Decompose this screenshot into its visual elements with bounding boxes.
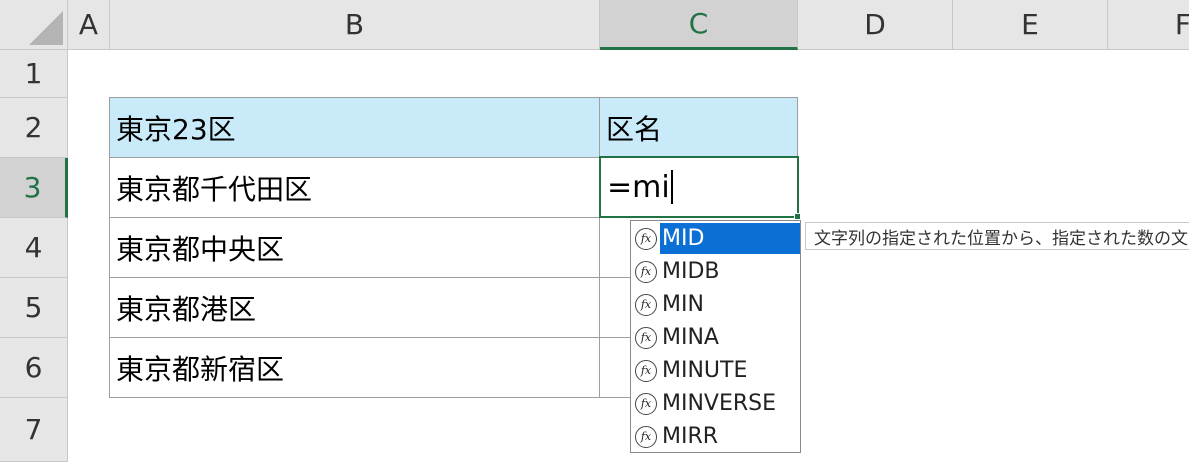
autocomplete-item-label: MIDB [662, 259, 720, 284]
row-header-1[interactable]: 1 [0, 50, 68, 98]
formula-autocomplete-list[interactable]: fx MID fx MIDB fx MIN fx MINA fx MINUTE fx MIN… [630, 220, 801, 453]
function-fx-icon: fx [635, 425, 657, 448]
autocomplete-item-label: MINVERSE [662, 391, 777, 416]
autocomplete-item-label: MINUTE [662, 358, 748, 383]
text-caret [670, 170, 673, 204]
select-all-corner[interactable] [0, 0, 68, 50]
column-header-f[interactable]: F [1108, 0, 1189, 50]
select-all-triangle-icon [29, 11, 63, 45]
function-fx-icon: fx [635, 227, 657, 250]
cell-b6[interactable]: 東京都新宿区 [110, 338, 600, 398]
function-fx-icon: fx [635, 260, 657, 283]
function-fx-icon: fx [635, 392, 657, 415]
autocomplete-item-minute[interactable]: fx MINUTE [632, 354, 800, 387]
cell-b5[interactable]: 東京都港区 [110, 278, 600, 338]
function-fx-icon: fx [635, 293, 657, 316]
function-tooltip: 文字列の指定された位置から、指定された数の文字を [805, 222, 1189, 250]
formula-text: =mi [607, 169, 670, 205]
active-cell-c3[interactable]: =mi [599, 156, 799, 218]
autocomplete-item-mid[interactable]: fx MID [632, 222, 800, 255]
column-header-a[interactable]: A [68, 0, 110, 50]
row-header-2[interactable]: 2 [0, 98, 68, 158]
autocomplete-item-label: MINA [662, 325, 719, 350]
column-header-c[interactable]: C [600, 0, 798, 50]
function-fx-icon: fx [635, 326, 657, 349]
function-fx-icon: fx [635, 359, 657, 382]
autocomplete-item-minverse[interactable]: fx MINVERSE [632, 387, 800, 420]
row-header-7[interactable]: 7 [0, 398, 68, 462]
cell-b2[interactable]: 東京23区 [110, 98, 600, 158]
autocomplete-item-label: MIRR [662, 424, 719, 449]
autocomplete-item-min[interactable]: fx MIN [632, 288, 800, 321]
autocomplete-item-label: MIN [662, 292, 704, 317]
column-header-e[interactable]: E [953, 0, 1108, 50]
row-header-3[interactable]: 3 [0, 158, 68, 218]
column-header-d[interactable]: D [798, 0, 953, 50]
fill-handle[interactable] [794, 213, 801, 220]
column-header-b[interactable]: B [110, 0, 600, 50]
autocomplete-item-midb[interactable]: fx MIDB [632, 255, 800, 288]
row-header-4[interactable]: 4 [0, 218, 68, 278]
cell-b3[interactable]: 東京都千代田区 [110, 158, 600, 218]
row-header-5[interactable]: 5 [0, 278, 68, 338]
cell-b4[interactable]: 東京都中央区 [110, 218, 600, 278]
cell-c2[interactable]: 区名 [600, 98, 798, 158]
autocomplete-item-mirr[interactable]: fx MIRR [632, 420, 800, 453]
row-header-6[interactable]: 6 [0, 338, 68, 398]
autocomplete-item-label: MID [660, 223, 800, 254]
autocomplete-item-mina[interactable]: fx MINA [632, 321, 800, 354]
